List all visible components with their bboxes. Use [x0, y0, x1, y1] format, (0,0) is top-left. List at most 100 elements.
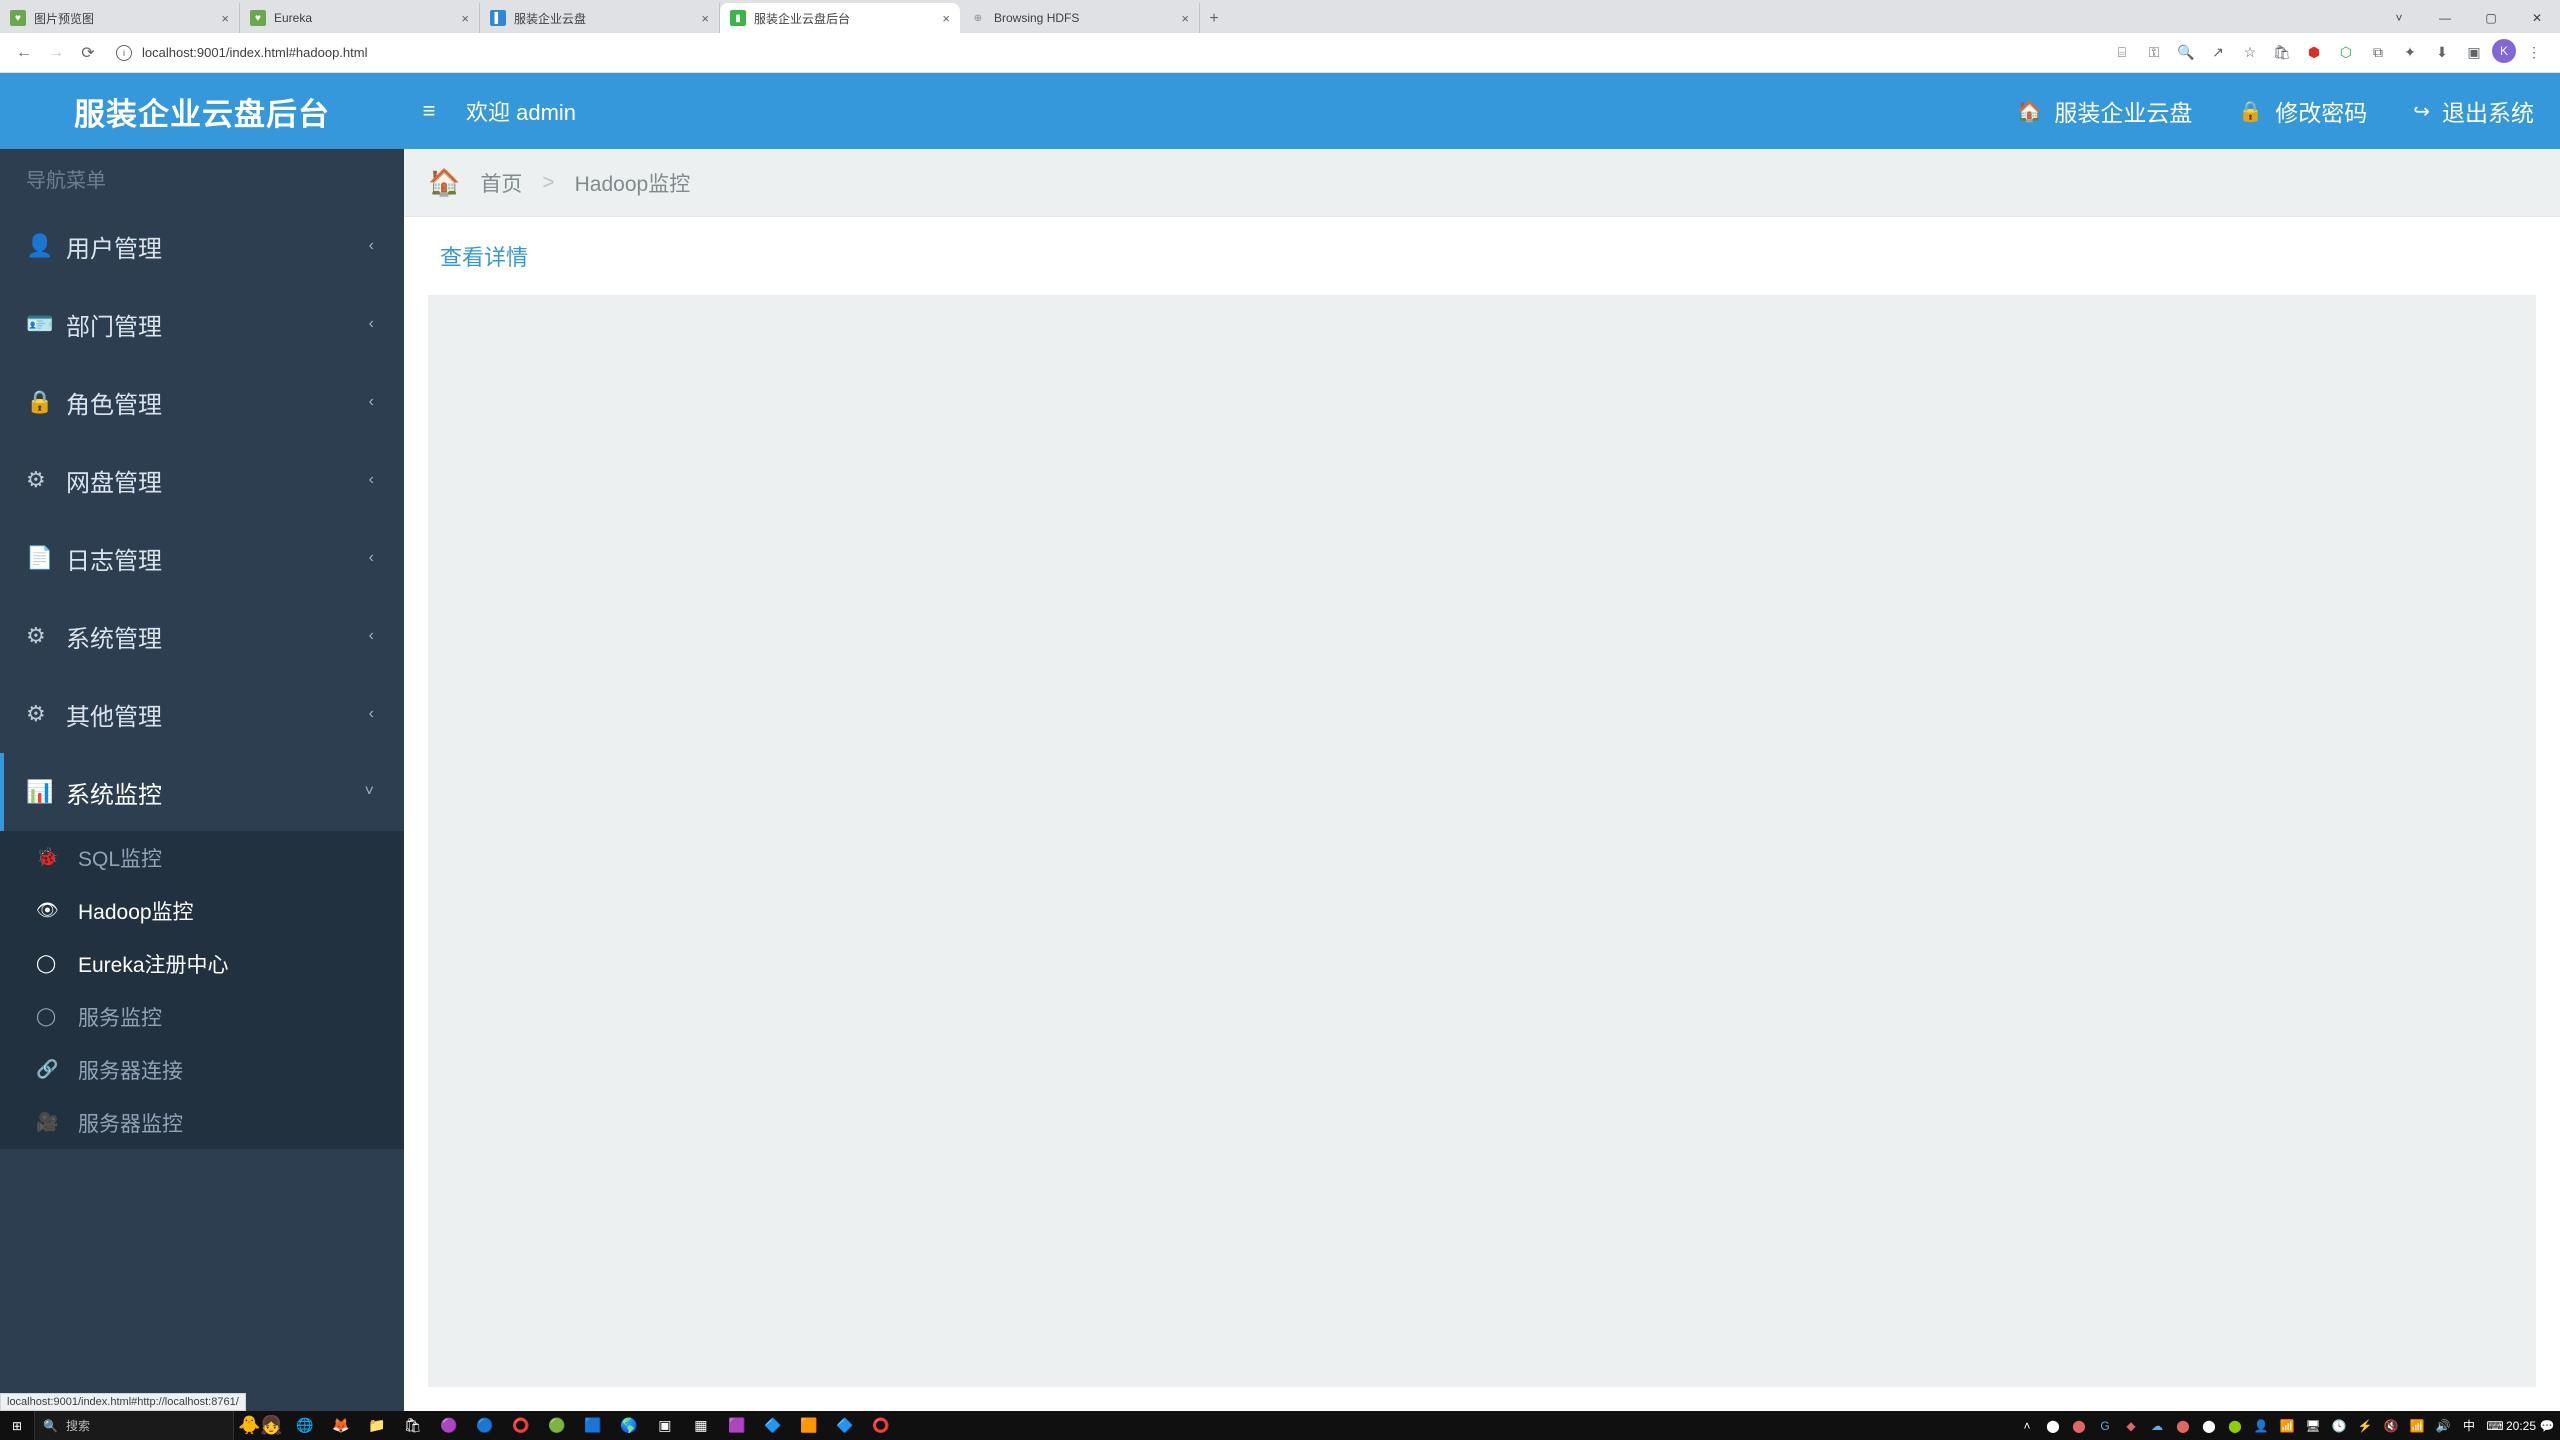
chevron-left-icon: ‹ [369, 705, 374, 723]
tray-icon[interactable]: ⚡ [2352, 1419, 2378, 1433]
browser-tab-active[interactable]: ▮ 服装企业云盘后台 × [720, 3, 960, 33]
address-bar[interactable]: i localhost:9001/index.html#hadoop.html [104, 38, 2108, 68]
tab-close-icon[interactable]: × [701, 11, 709, 26]
menu-icon[interactable]: ⋮ [2520, 39, 2548, 67]
sidebar-item-user[interactable]: 👤 用户管理 ‹ [0, 207, 404, 285]
pin-app-icon[interactable]: ▦ [683, 1411, 719, 1440]
submenu-sql[interactable]: 🐞 SQL监控 [0, 831, 404, 884]
tray-icon[interactable]: 🔇 [2378, 1419, 2404, 1433]
sidebar-item-dept[interactable]: 🪪 部门管理 ‹ [0, 285, 404, 363]
submenu-label: 服务器监控 [78, 1108, 183, 1138]
zoom-icon[interactable]: 🔍 [2172, 39, 2200, 67]
tray-wifi-icon[interactable]: 📶 [2404, 1419, 2430, 1433]
pin-app-icon[interactable]: ⭕ [863, 1411, 899, 1440]
nav-frontend[interactable]: 🏠 服装企业云盘 [2017, 94, 2192, 128]
new-tab-button[interactable]: + [1200, 5, 1228, 33]
pin-app-icon[interactable]: 🔷 [827, 1411, 863, 1440]
password-icon[interactable]: ⚿ [2140, 39, 2168, 67]
pin-store-icon[interactable]: 🛍 [395, 1411, 431, 1440]
tray-icon[interactable]: ⬤ [2222, 1419, 2248, 1433]
pin-firefox-icon[interactable]: 🦊 [323, 1411, 359, 1440]
tray-icon[interactable]: ⬤ [2066, 1419, 2092, 1433]
submenu-hadoop[interactable]: 👁 Hadoop监控 [0, 884, 404, 937]
extension-icon[interactable]: ⬡ [2332, 39, 2360, 67]
copy-icon[interactable]: ⧉ [2364, 39, 2392, 67]
extensions-icon[interactable]: ✦ [2396, 39, 2424, 67]
sidebar-item-log[interactable]: 📄 日志管理 ‹ [0, 519, 404, 597]
browser-tab[interactable]: ♥ Eureka × [240, 3, 480, 33]
window-maximize-icon[interactable]: ▢ [2468, 3, 2514, 33]
tray-icon[interactable]: 🖥 [2300, 1419, 2326, 1433]
tray-volume-icon[interactable]: 🔊 [2430, 1419, 2456, 1433]
tray-icon[interactable]: G [2092, 1419, 2118, 1433]
pin-app-icon[interactable]: 🟣 [431, 1411, 467, 1440]
home-icon[interactable]: 🏠 [428, 167, 460, 198]
sidebar-toggle[interactable]: ≡ [404, 98, 454, 124]
tray-ime-icon[interactable]: 中 [2456, 1417, 2482, 1434]
pin-explorer-icon[interactable]: 📁 [359, 1411, 395, 1440]
pin-chrome-icon[interactable]: 🌐 [287, 1411, 323, 1440]
profile-avatar-icon[interactable]: K [2492, 39, 2516, 63]
sidebar-item-disk[interactable]: ⚙ 网盘管理 ‹ [0, 441, 404, 519]
pin-terminal-icon[interactable]: ▣ [647, 1411, 683, 1440]
nav-logout[interactable]: ↪ 退出系统 [2413, 94, 2534, 128]
taskbar-mascot-icon[interactable]: 🐥👧 [234, 1415, 287, 1437]
tab-close-icon[interactable]: × [1181, 11, 1189, 26]
tray-icon[interactable]: 🕓 [2326, 1419, 2352, 1433]
pin-app-icon[interactable]: 🟧 [791, 1411, 827, 1440]
reload-button[interactable]: ⟳ [72, 37, 104, 69]
translate-icon[interactable]: ⌸ [2108, 39, 2136, 67]
submenu-server-connect[interactable]: 🔗 服务器连接 [0, 1043, 404, 1096]
share-icon[interactable]: ↗ [2204, 39, 2232, 67]
submenu-server-monitor[interactable]: 🎥 服务器监控 [0, 1096, 404, 1149]
shopping-icon[interactable]: 🛍 [2268, 39, 2296, 67]
sidebar-item-system[interactable]: ⚙ 系统管理 ‹ [0, 597, 404, 675]
submenu-service[interactable]: ◯ 服务监控 [0, 990, 404, 1043]
taskbar-clock[interactable]: 20:25 [2508, 1419, 2534, 1433]
start-button[interactable]: ⊞ [0, 1419, 34, 1433]
tray-icon[interactable]: ⬤ [2170, 1419, 2196, 1433]
tab-close-icon[interactable]: × [221, 11, 229, 26]
sidebar: 导航菜单 👤 用户管理 ‹ 🪪 部门管理 ‹ 🔒 角色管理 ‹ ⚙ 网盘管理 ‹ [0, 149, 404, 1411]
tray-keyboard-icon[interactable]: ⌨ [2482, 1419, 2508, 1433]
pin-app-icon[interactable]: 🌎 [611, 1411, 647, 1440]
window-close-icon[interactable]: ✕ [2514, 3, 2560, 33]
pin-app-icon[interactable]: 🔵 [467, 1411, 503, 1440]
tray-overflow-icon[interactable]: ˄ [2014, 1419, 2040, 1433]
pin-app-icon[interactable]: ⭕ [503, 1411, 539, 1440]
back-button[interactable]: ← [8, 37, 40, 69]
tab-close-icon[interactable]: × [942, 11, 950, 26]
tab-title: Browsing HDFS [994, 11, 1079, 25]
sidebar-item-monitor[interactable]: 📊 系统监控 ˅ [0, 753, 404, 831]
nav-change-password[interactable]: 🔒 修改密码 [2238, 94, 2367, 128]
breadcrumb-home[interactable]: 首页 [480, 168, 522, 198]
pin-app-icon[interactable]: 🟦 [575, 1411, 611, 1440]
bookmark-icon[interactable]: ☆ [2236, 39, 2264, 67]
download-icon[interactable]: ⬇ [2428, 39, 2456, 67]
tray-icon[interactable]: 📶 [2274, 1419, 2300, 1433]
adblock-icon[interactable]: ⬢ [2300, 39, 2328, 67]
sidebar-item-other[interactable]: ⚙ 其他管理 ‹ [0, 675, 404, 753]
forward-button[interactable]: → [40, 37, 72, 69]
tab-close-icon[interactable]: × [461, 11, 469, 26]
tray-icon[interactable]: ☁ [2144, 1419, 2170, 1433]
sidebar-item-role[interactable]: 🔒 角色管理 ‹ [0, 363, 404, 441]
tray-icon[interactable]: 👤 [2248, 1419, 2274, 1433]
taskbar-search[interactable]: 🔍 搜索 [34, 1411, 234, 1440]
pin-wechat-icon[interactable]: 🟢 [539, 1411, 575, 1440]
browser-tab[interactable]: ♥ 图片预览图 × [0, 3, 240, 33]
tray-icon[interactable]: ⬤ [2196, 1419, 2222, 1433]
browser-tab[interactable]: ⊕ Browsing HDFS × [960, 3, 1200, 33]
pin-word-icon[interactable]: 🔷 [755, 1411, 791, 1440]
tray-icon[interactable]: ⬤ [2040, 1419, 2066, 1433]
window-dropdown-icon[interactable]: ˅ [2376, 3, 2422, 33]
window-minimize-icon[interactable]: — [2422, 3, 2468, 33]
browser-tab[interactable]: ▌ 服装企业云盘 × [480, 3, 720, 33]
nav-label: 服装企业云盘 [2054, 94, 2192, 128]
tray-icon[interactable]: ◆ [2118, 1419, 2144, 1433]
site-info-icon[interactable]: i [116, 45, 132, 61]
sidepanel-icon[interactable]: ▣ [2460, 39, 2488, 67]
pin-app-icon[interactable]: 🟪 [719, 1411, 755, 1440]
submenu-eureka[interactable]: ◯ Eureka注册中心 [0, 937, 404, 990]
tray-notifications-icon[interactable]: 💬 [2534, 1419, 2560, 1433]
